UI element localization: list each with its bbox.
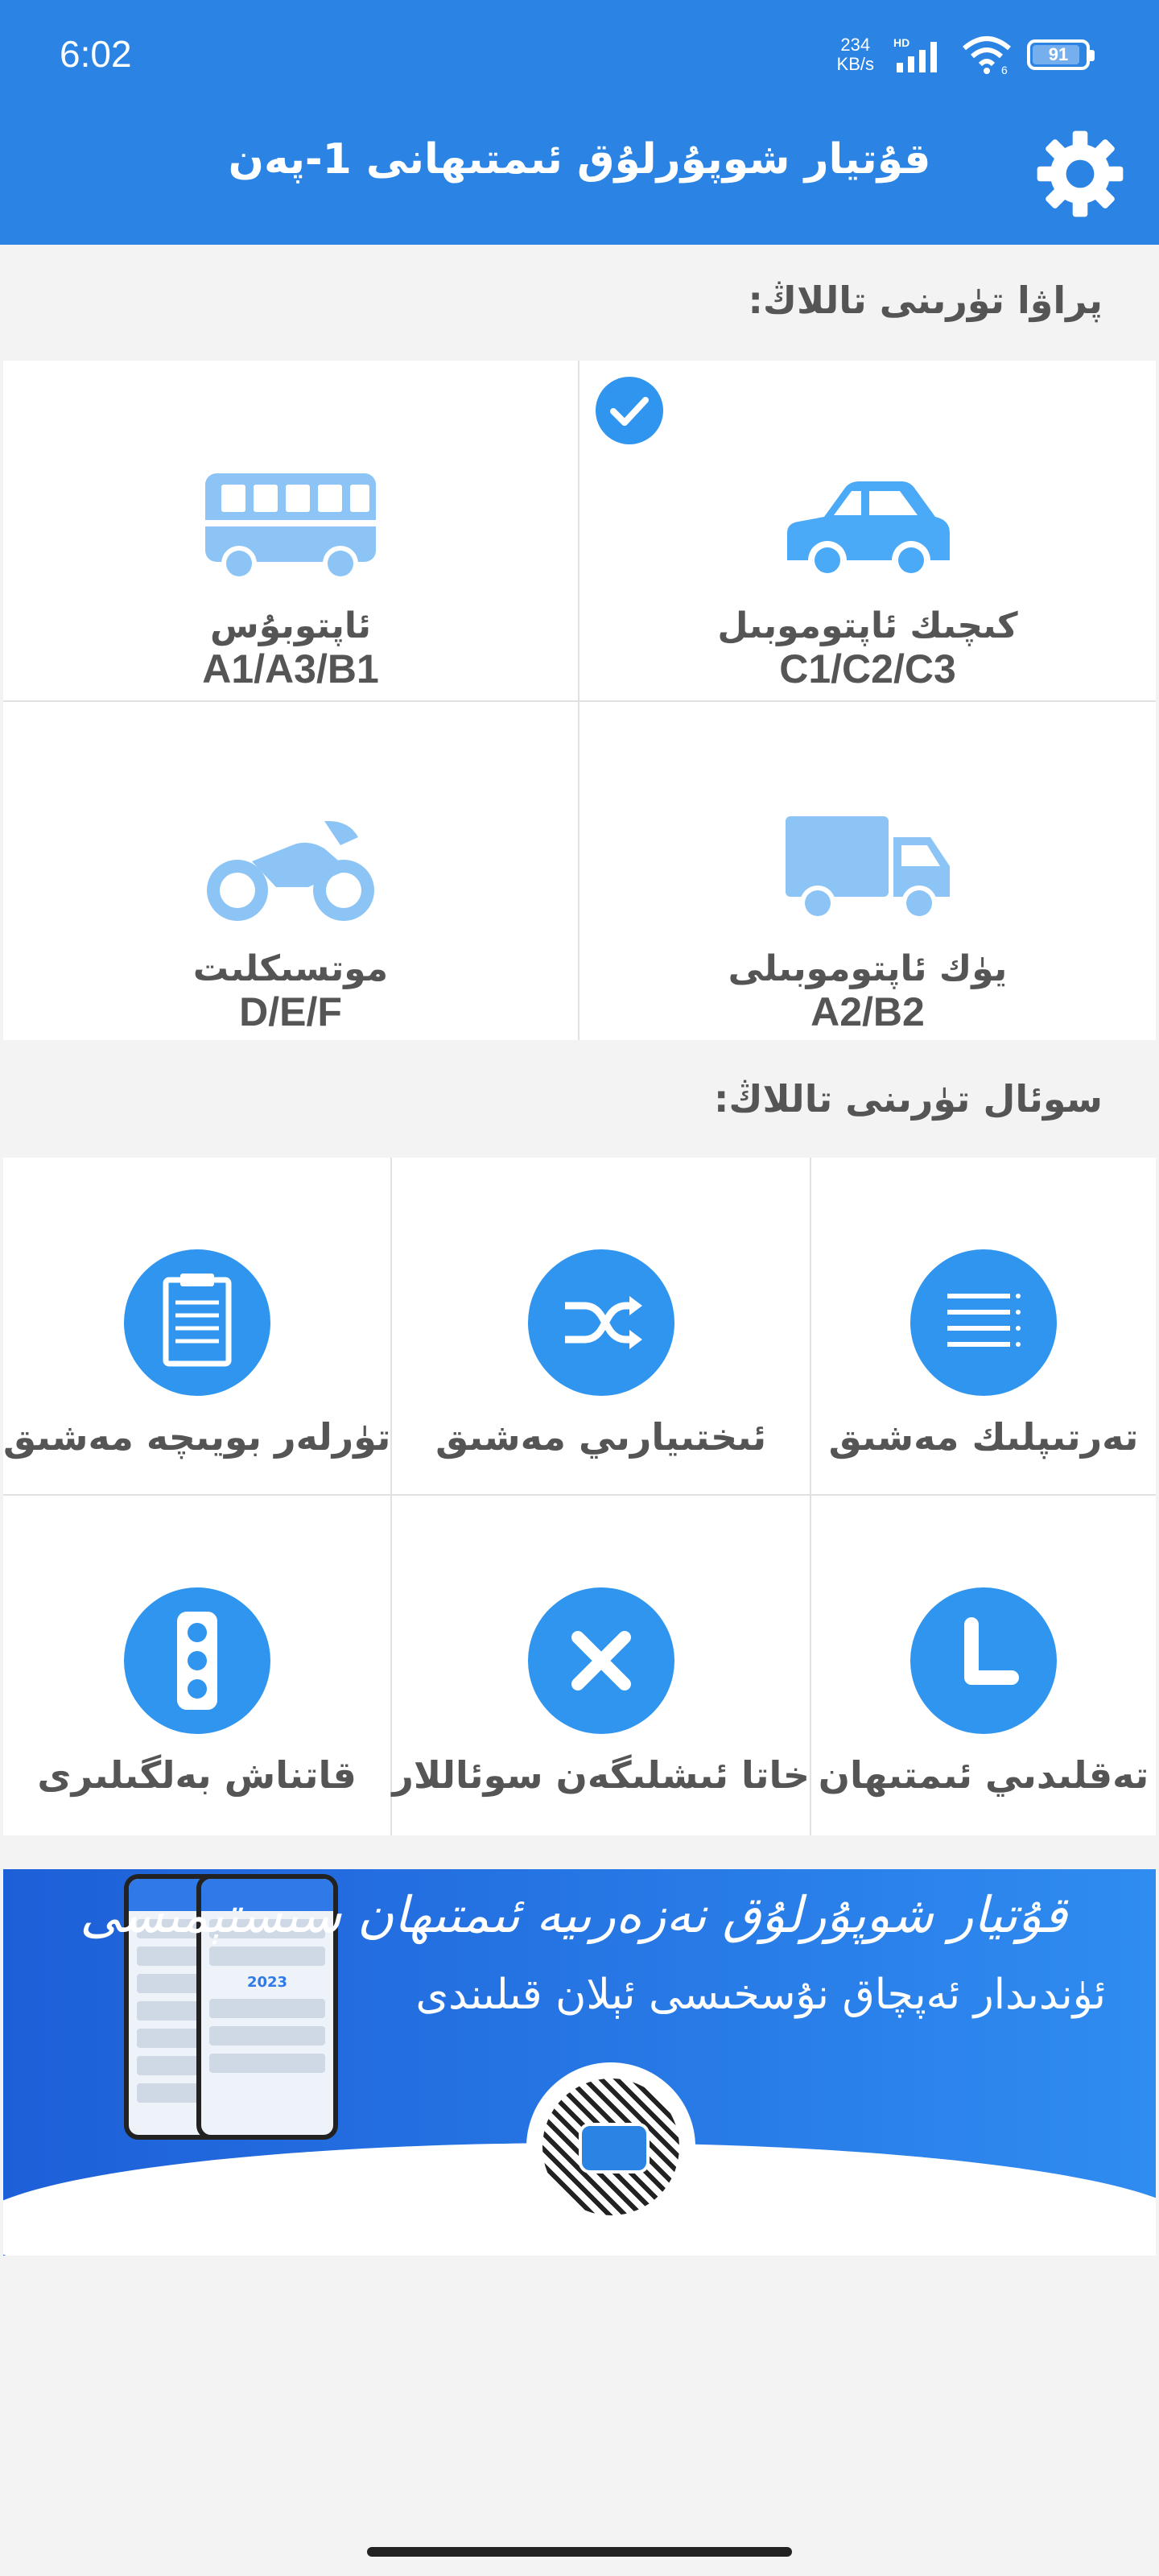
func-label: ئىختىيارىي مەشىق xyxy=(435,1415,767,1459)
func-label: تەقلىدىي ئىمتىھان xyxy=(818,1753,1149,1797)
status-time: 6:02 xyxy=(60,33,132,75)
vehicle-name: موتسىكلىت xyxy=(192,948,389,989)
vehicle-section-title: پراۋا تۈرىنى تاللاڭ: xyxy=(748,279,1103,322)
traffic-light-icon xyxy=(123,1587,270,1734)
close-icon xyxy=(527,1587,674,1734)
vehicle-car[interactable]: كىچىك ئاپتوموبىل C1/C2/C3 xyxy=(580,361,1156,702)
vehicle-grid: ئاپتوبۇس A1/A3/B1 كىچىك ئاپتوموبىل C1/C2… xyxy=(3,361,1156,1040)
vehicle-name: كىچىك ئاپتوموبىل xyxy=(717,605,1018,646)
question-section-title: سوئال تۈرىنى تاللاڭ: xyxy=(713,1077,1103,1121)
selected-check-icon xyxy=(596,377,663,444)
practice-by-category[interactable]: تۈرلەر بويىچە مەشىق xyxy=(3,1158,393,1496)
random-practice[interactable]: ئىختىيارىي مەشىق xyxy=(392,1158,811,1496)
status-icons: 234 KB/s HD 6 91 xyxy=(836,29,1095,80)
sequential-practice[interactable]: تەرتىپلىك مەشىق xyxy=(810,1158,1156,1496)
bus-icon xyxy=(204,473,377,581)
network-speed: 234 KB/s xyxy=(836,35,874,74)
motorcycle-icon xyxy=(207,820,374,921)
list-icon xyxy=(909,1249,1057,1396)
func-label: قاتناش بەلگىلىرى xyxy=(37,1753,357,1797)
car-icon xyxy=(579,2123,650,2174)
svg-text:HD: HD xyxy=(893,36,909,49)
vehicle-name: ئاپتوبۇس xyxy=(210,605,371,646)
vehicle-motorcycle[interactable]: موتسىكلىت D/E/F xyxy=(3,702,580,1040)
vehicle-truck[interactable]: يۈك ئاپتوموبىلى A2/B2 xyxy=(580,702,1156,1040)
promo-banner[interactable]: 2023 قۇتيار شوپۇرلۇق نەزەرىيە ئىمتىھان س… xyxy=(3,1869,1156,2256)
question-grid: تۈرلەر بويىچە مەشىق ئىختىيارىي مەشىق تەر… xyxy=(3,1158,1156,1835)
vehicle-bus[interactable]: ئاپتوبۇس A1/A3/B1 xyxy=(3,361,580,702)
home-indicator[interactable] xyxy=(367,2547,792,2557)
wrong-questions[interactable]: خاتا ئىشلىگەن سوئاللار xyxy=(392,1496,811,1835)
mock-exam[interactable]: تەقلىدىي ئىمتىھان xyxy=(811,1496,1156,1835)
battery-icon: 91 xyxy=(1027,39,1095,70)
wifi-icon: 6 xyxy=(963,36,1011,76)
func-label: خاتا ئىشلىگەن سوئاللار xyxy=(392,1753,810,1797)
traffic-signs[interactable]: قاتناش بەلگىلىرى xyxy=(3,1496,393,1835)
vehicle-name: يۈك ئاپتوموبىلى xyxy=(728,948,1008,989)
svg-text:6: 6 xyxy=(1001,64,1008,76)
clock-icon xyxy=(909,1587,1057,1734)
func-label: تۈرلەر بويىچە مەشىق xyxy=(3,1415,391,1459)
truck-icon xyxy=(786,816,950,921)
banner-subtitle: ئۈندىدار ئەپچاق نۇسخىسى ئېلان قىلىندى xyxy=(415,1971,1106,2019)
cell-signal-icon: HD xyxy=(893,36,937,72)
shuffle-icon xyxy=(527,1249,674,1396)
func-label: تەرتىپلىك مەشىق xyxy=(828,1415,1139,1459)
vehicle-code: C1/C2/C3 xyxy=(779,646,956,691)
banner-title: قۇتيار شوپۇرلۇق نەزەرىيە ئىمتىھان سىستېم… xyxy=(80,1885,1067,1944)
vehicle-code: A2/B2 xyxy=(810,989,925,1034)
app-header: 6:02 234 KB/s HD 6 91 قۇتيار شوپۇرلۇق ئى… xyxy=(0,0,1159,245)
gear-icon[interactable] xyxy=(1033,127,1127,221)
vehicle-code: A1/A3/B1 xyxy=(202,646,379,691)
clipboard-icon xyxy=(123,1249,270,1396)
page-title: قۇتيار شوپۇرلۇق ئىمتىھانى 1-پەن xyxy=(228,135,931,184)
vehicle-code: D/E/F xyxy=(239,989,342,1034)
qr-code xyxy=(526,2062,695,2231)
car-icon xyxy=(787,481,950,580)
